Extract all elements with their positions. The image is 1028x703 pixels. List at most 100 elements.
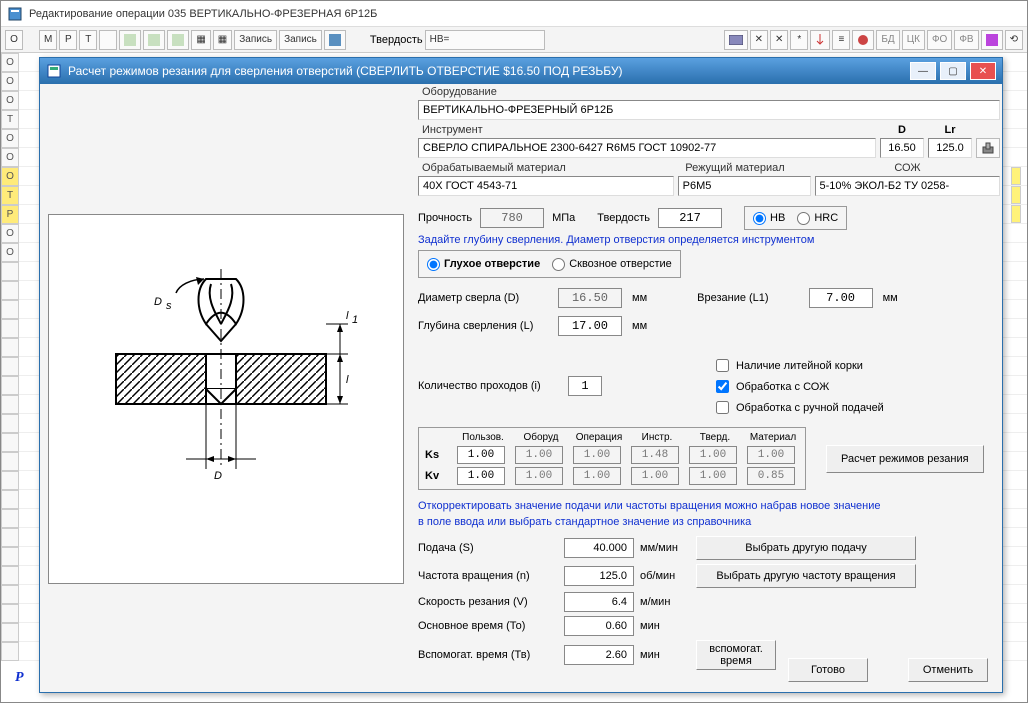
- row-header[interactable]: О: [1, 148, 19, 167]
- row-header[interactable]: [1, 452, 19, 471]
- cancel-button[interactable]: Отменить: [908, 658, 988, 682]
- row-header[interactable]: [1, 395, 19, 414]
- tb-ck[interactable]: ЦК: [902, 30, 925, 50]
- row-header[interactable]: О: [1, 224, 19, 243]
- tb-gap1[interactable]: [99, 30, 117, 50]
- tool-button[interactable]: [976, 138, 1000, 158]
- equip-value: ВЕРТИКАЛЬНО-ФРЕЗЕРНЫЙ 6Р12Б: [423, 104, 613, 116]
- blind-radio[interactable]: Глухое отверстие: [427, 258, 540, 271]
- row-header[interactable]: [1, 376, 19, 395]
- hardness-label: Твердость: [597, 212, 650, 224]
- calc-button[interactable]: Расчет режимов резания: [826, 445, 984, 473]
- tb-o[interactable]: О: [5, 30, 23, 50]
- tv-button[interactable]: вспомогат. время: [696, 640, 776, 670]
- hb-radio[interactable]: HB: [753, 212, 785, 225]
- passes-field[interactable]: [568, 376, 602, 396]
- row-header[interactable]: Т: [1, 110, 19, 129]
- rpm-field[interactable]: 125.0: [564, 566, 634, 586]
- tb-i1[interactable]: [119, 30, 141, 50]
- ok-button[interactable]: Готово: [788, 658, 868, 682]
- depth-field[interactable]: [558, 316, 622, 336]
- lr-label: Lr: [945, 124, 956, 136]
- minimize-button[interactable]: —: [910, 62, 936, 80]
- lr-field[interactable]: 125.0: [928, 138, 972, 158]
- tb-t[interactable]: Т: [79, 30, 97, 50]
- kv-coef-0[interactable]: [457, 467, 505, 485]
- chk-casting[interactable]: Наличие литейной корки: [712, 356, 884, 375]
- hardness-field[interactable]: [658, 208, 722, 228]
- row-header[interactable]: [1, 357, 19, 376]
- tb-fo[interactable]: ФО: [927, 30, 952, 50]
- chk-manual[interactable]: Обработка с ручной подачей: [712, 398, 884, 417]
- tb-fv[interactable]: ФВ: [954, 30, 978, 50]
- tb-p[interactable]: Р: [59, 30, 77, 50]
- row-header[interactable]: О: [1, 167, 19, 186]
- mat-label: Обрабатываемый материал: [418, 160, 677, 176]
- tb-bd[interactable]: БД: [876, 30, 899, 50]
- row-header[interactable]: [1, 509, 19, 528]
- maximize-button[interactable]: ▢: [940, 62, 966, 80]
- tb-i11[interactable]: [981, 30, 1003, 50]
- row-header[interactable]: О: [1, 91, 19, 110]
- tb-x1[interactable]: ✕: [750, 30, 768, 50]
- tb-i7[interactable]: [724, 30, 748, 50]
- tb-hb-input[interactable]: [425, 30, 545, 50]
- mat-field[interactable]: 40Х ГОСТ 4543-71: [418, 176, 674, 196]
- d-field[interactable]: 16.50: [880, 138, 924, 158]
- feed-field[interactable]: 40.000: [564, 538, 634, 558]
- tb-i12[interactable]: ⟲: [1005, 30, 1023, 50]
- through-radio[interactable]: Сквозное отверстие: [552, 258, 672, 271]
- tb-i9[interactable]: ≡: [832, 30, 850, 50]
- row-header[interactable]: [1, 319, 19, 338]
- row-header[interactable]: [1, 262, 19, 281]
- row-header[interactable]: [1, 281, 19, 300]
- tb-i10[interactable]: [852, 30, 874, 50]
- row-header[interactable]: [1, 642, 19, 661]
- tb-i3[interactable]: [167, 30, 189, 50]
- tb-zapis1[interactable]: Запись: [234, 30, 277, 50]
- row-header[interactable]: О: [1, 53, 19, 72]
- row-header[interactable]: [1, 623, 19, 642]
- row-header[interactable]: О: [1, 72, 19, 91]
- feed-select-button[interactable]: Выбрать другую подачу: [696, 536, 916, 560]
- chk-soz[interactable]: Обработка с СОЖ: [712, 377, 884, 396]
- equip-field[interactable]: ВЕРТИКАЛЬНО-ФРЕЗЕРНЫЙ 6Р12Б: [418, 100, 1000, 120]
- row-header[interactable]: [1, 490, 19, 509]
- row-header[interactable]: [1, 414, 19, 433]
- row-header[interactable]: [1, 471, 19, 490]
- tb-i6[interactable]: [324, 30, 346, 50]
- row-header[interactable]: Р: [1, 205, 19, 224]
- close-button[interactable]: ✕: [970, 62, 996, 80]
- row-header[interactable]: [1, 547, 19, 566]
- tb-i8[interactable]: [810, 30, 830, 50]
- row-header[interactable]: [1, 300, 19, 319]
- tool-field[interactable]: СВЕРЛО СПИРАЛЬНОЕ 2300-6427 R6M5 ГОСТ 10…: [418, 138, 876, 158]
- ks-coef-0[interactable]: [457, 446, 505, 464]
- rpm-select-button[interactable]: Выбрать другую частоту вращения: [696, 564, 916, 588]
- row-header[interactable]: [1, 338, 19, 357]
- tb-i4[interactable]: ▦: [191, 30, 210, 50]
- tb-m[interactable]: М: [39, 30, 57, 50]
- plunge-field[interactable]: [809, 288, 873, 308]
- modal-body: D s D: [40, 84, 1002, 692]
- hint-correct-1: Откорректировать значение подачи или час…: [418, 496, 1000, 516]
- tb-zapis2[interactable]: Запись: [279, 30, 322, 50]
- row-header[interactable]: [1, 604, 19, 623]
- hrc-radio[interactable]: HRC: [797, 212, 838, 225]
- cutmat-field[interactable]: Р6М5: [678, 176, 811, 196]
- row-header[interactable]: [1, 585, 19, 604]
- soz-field[interactable]: 5-10% ЭКОЛ-Б2 ТУ 0258-: [815, 176, 1000, 196]
- main-titlebar: Редактирование операции 035 ВЕРТИКАЛЬНО-…: [1, 1, 1027, 27]
- row-header[interactable]: [1, 433, 19, 452]
- tv-label: Вспомогат. время (Тв): [418, 649, 558, 661]
- row-header[interactable]: О: [1, 243, 19, 262]
- row-header[interactable]: Т: [1, 186, 19, 205]
- tb-star[interactable]: *: [790, 30, 808, 50]
- tb-i5[interactable]: ▦: [213, 30, 232, 50]
- tb-i2[interactable]: [143, 30, 165, 50]
- tb-x2[interactable]: ✕: [770, 30, 788, 50]
- row-header[interactable]: [1, 528, 19, 547]
- passes-label: Количество проходов (i): [418, 380, 558, 392]
- row-header[interactable]: [1, 566, 19, 585]
- row-header[interactable]: О: [1, 129, 19, 148]
